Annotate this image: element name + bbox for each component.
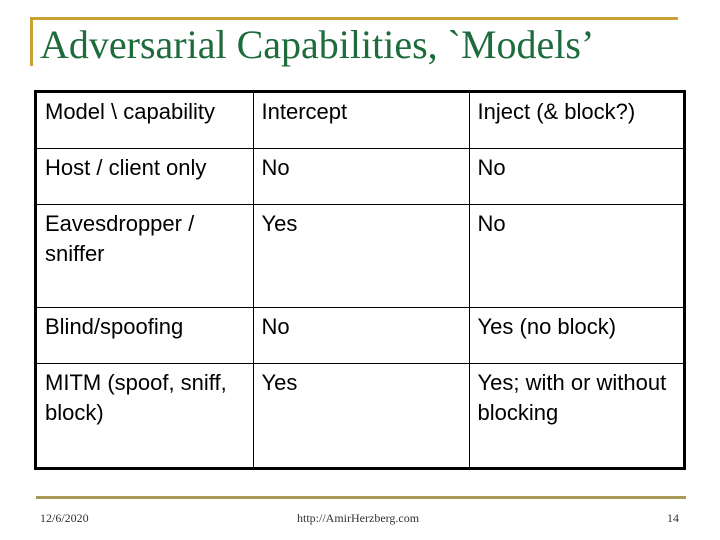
page-number: 14: [667, 511, 679, 525]
cell-model: MITM (spoof, sniff, block): [37, 363, 254, 467]
cell-model: Eavesdropper / sniffer: [37, 203, 254, 309]
header-model: Model \ capability: [37, 93, 254, 149]
capabilities-table: Model \ capability Intercept Inject (& b…: [34, 90, 686, 470]
cell-inject: No: [468, 147, 683, 205]
footer-date: 12/6/2020: [40, 511, 89, 525]
cell-inject: Yes; with or without blocking: [468, 363, 683, 467]
footer-rule: [36, 496, 686, 499]
cell-intercept: No: [252, 147, 470, 205]
cell-model: Host / client only: [37, 147, 254, 205]
cell-intercept: Yes: [252, 203, 470, 309]
cell-intercept: Yes: [252, 363, 470, 467]
title-left-rule: [30, 17, 33, 66]
table-row: Blind/spoofing No Yes (no block): [37, 307, 683, 365]
cell-intercept: No: [252, 307, 470, 365]
header-inject: Inject (& block?): [468, 93, 683, 149]
table-header-row: Model \ capability Intercept Inject (& b…: [37, 93, 683, 149]
slide-title: Adversarial Capabilities, `Models’: [40, 22, 595, 67]
table-row: Host / client only No No: [37, 147, 683, 205]
cell-inject: No: [468, 203, 683, 309]
footer-url: http://AmirHerzberg.com: [297, 511, 420, 525]
cell-inject: Yes (no block): [468, 307, 683, 365]
header-intercept: Intercept: [252, 93, 470, 149]
table-row: Eavesdropper / sniffer Yes No: [37, 203, 683, 309]
cell-model: Blind/spoofing: [37, 307, 254, 365]
title-top-rule: [30, 17, 678, 20]
table-row: MITM (spoof, sniff, block) Yes Yes; with…: [37, 363, 683, 467]
